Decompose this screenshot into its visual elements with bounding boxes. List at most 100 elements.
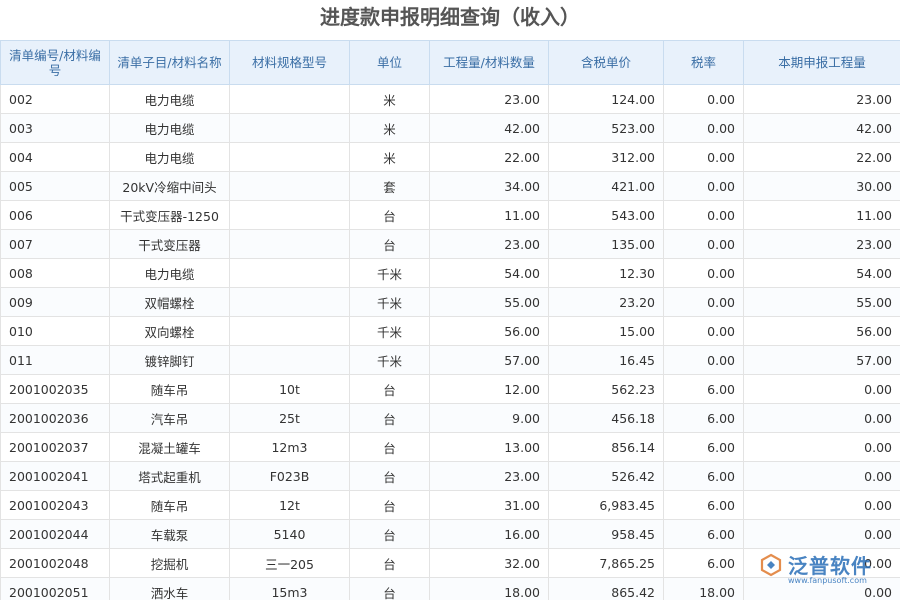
cell-spec — [230, 288, 350, 317]
cell-unit-price: 543.00 — [549, 201, 664, 230]
cell-unit: 千米 — [350, 259, 430, 288]
cell-name: 随车吊 — [110, 491, 230, 520]
cell-code: 2001002044 — [1, 520, 110, 549]
cell-spec: 25t — [230, 404, 350, 433]
cell-unit: 台 — [350, 520, 430, 549]
cell-quantity: 22.00 — [430, 143, 549, 172]
cell-unit-price: 12.30 — [549, 259, 664, 288]
cell-declared-quantity: 56.00 — [744, 317, 900, 346]
cell-name: 电力电缆 — [110, 143, 230, 172]
cell-code: 006 — [1, 201, 110, 230]
cell-name: 电力电缆 — [110, 259, 230, 288]
cell-unit-price: 6,983.45 — [549, 491, 664, 520]
cell-name: 电力电缆 — [110, 85, 230, 114]
table-row[interactable]: 003电力电缆米42.00523.000.0042.00 — [1, 114, 900, 143]
cell-tax-rate: 0.00 — [664, 288, 744, 317]
table-row[interactable]: 2001002051洒水车15m3台18.00865.4218.000.00 — [1, 578, 900, 600]
table-row[interactable]: 006干式变压器-1250台11.00543.000.0011.00 — [1, 201, 900, 230]
cell-spec — [230, 143, 350, 172]
cell-tax-rate: 18.00 — [664, 578, 744, 600]
cell-spec: F023B — [230, 462, 350, 491]
table-row[interactable]: 011镀锌脚钉千米57.0016.450.0057.00 — [1, 346, 900, 375]
cell-name: 双帽螺栓 — [110, 288, 230, 317]
cell-code: 2001002036 — [1, 404, 110, 433]
cell-tax-rate: 6.00 — [664, 491, 744, 520]
cell-unit-price: 312.00 — [549, 143, 664, 172]
table-row[interactable]: 2001002044车载泵5140台16.00958.456.000.00 — [1, 520, 900, 549]
column-header-tax-rate[interactable]: 税率 — [664, 41, 744, 85]
cell-spec: 15m3 — [230, 578, 350, 600]
cell-name: 塔式起重机 — [110, 462, 230, 491]
cell-code: 2001002051 — [1, 578, 110, 600]
table-row[interactable]: 009双帽螺栓千米55.0023.200.0055.00 — [1, 288, 900, 317]
cell-tax-rate: 0.00 — [664, 230, 744, 259]
cell-unit-price: 562.23 — [549, 375, 664, 404]
cell-unit: 千米 — [350, 288, 430, 317]
column-header-unit[interactable]: 单位 — [350, 41, 430, 85]
cell-quantity: 32.00 — [430, 549, 549, 578]
cell-tax-rate: 0.00 — [664, 85, 744, 114]
column-header-name[interactable]: 清单子目/材料名称 — [110, 41, 230, 85]
cell-declared-quantity: 54.00 — [744, 259, 900, 288]
cell-code: 010 — [1, 317, 110, 346]
cell-unit-price: 526.42 — [549, 462, 664, 491]
column-header-declared-quantity[interactable]: 本期申报工程量 — [744, 41, 900, 85]
cell-quantity: 23.00 — [430, 462, 549, 491]
cell-unit: 台 — [350, 201, 430, 230]
column-header-spec[interactable]: 材料规格型号 — [230, 41, 350, 85]
table-row[interactable]: 010双向螺栓千米56.0015.000.0056.00 — [1, 317, 900, 346]
cell-spec: 10t — [230, 375, 350, 404]
cell-unit: 米 — [350, 143, 430, 172]
table-row[interactable]: 004电力电缆米22.00312.000.0022.00 — [1, 143, 900, 172]
cell-quantity: 13.00 — [430, 433, 549, 462]
cell-name: 汽车吊 — [110, 404, 230, 433]
cell-spec — [230, 317, 350, 346]
cell-unit-price: 421.00 — [549, 172, 664, 201]
table-row[interactable]: 2001002035随车吊10t台12.00562.236.000.00 — [1, 375, 900, 404]
cell-unit: 台 — [350, 491, 430, 520]
table-row[interactable]: 007干式变压器台23.00135.000.0023.00 — [1, 230, 900, 259]
table-row[interactable]: 2001002036汽车吊25t台9.00456.186.000.00 — [1, 404, 900, 433]
page-title: 进度款申报明细查询（收入） — [0, 0, 900, 40]
cell-declared-quantity: 0.00 — [744, 578, 900, 600]
cell-quantity: 11.00 — [430, 201, 549, 230]
table-row[interactable]: 2001002048挖掘机三一205台32.007,865.256.000.00 — [1, 549, 900, 578]
cell-name: 电力电缆 — [110, 114, 230, 143]
cell-tax-rate: 6.00 — [664, 375, 744, 404]
cell-declared-quantity: 0.00 — [744, 433, 900, 462]
cell-unit-price: 856.14 — [549, 433, 664, 462]
table-row[interactable]: 00520kV冷缩中间头套34.00421.000.0030.00 — [1, 172, 900, 201]
detail-grid: 清单编号/材料编号 清单子目/材料名称 材料规格型号 单位 工程量/材料数量 含… — [0, 40, 900, 600]
cell-code: 008 — [1, 259, 110, 288]
cell-code: 2001002041 — [1, 462, 110, 491]
cell-quantity: 23.00 — [430, 85, 549, 114]
column-header-quantity[interactable]: 工程量/材料数量 — [430, 41, 549, 85]
cell-tax-rate: 6.00 — [664, 520, 744, 549]
table-row[interactable]: 2001002041塔式起重机F023B台23.00526.426.000.00 — [1, 462, 900, 491]
detail-table: 清单编号/材料编号 清单子目/材料名称 材料规格型号 单位 工程量/材料数量 含… — [0, 40, 900, 600]
column-header-code[interactable]: 清单编号/材料编号 — [1, 41, 110, 85]
cell-code: 004 — [1, 143, 110, 172]
table-row[interactable]: 008电力电缆千米54.0012.300.0054.00 — [1, 259, 900, 288]
table-row[interactable]: 2001002043随车吊12t台31.006,983.456.000.00 — [1, 491, 900, 520]
cell-unit: 台 — [350, 549, 430, 578]
cell-quantity: 9.00 — [430, 404, 549, 433]
table-row[interactable]: 2001002037混凝土罐车12m3台13.00856.146.000.00 — [1, 433, 900, 462]
cell-name: 车载泵 — [110, 520, 230, 549]
cell-declared-quantity: 0.00 — [744, 491, 900, 520]
cell-quantity: 16.00 — [430, 520, 549, 549]
cell-name: 干式变压器-1250 — [110, 201, 230, 230]
cell-name: 镀锌脚钉 — [110, 346, 230, 375]
cell-tax-rate: 6.00 — [664, 404, 744, 433]
cell-unit: 米 — [350, 85, 430, 114]
cell-tax-rate: 6.00 — [664, 433, 744, 462]
column-header-unit-price[interactable]: 含税单价 — [549, 41, 664, 85]
cell-spec — [230, 259, 350, 288]
cell-spec: 12m3 — [230, 433, 350, 462]
cell-unit-price: 865.42 — [549, 578, 664, 600]
cell-declared-quantity: 0.00 — [744, 549, 900, 578]
cell-tax-rate: 0.00 — [664, 143, 744, 172]
cell-quantity: 12.00 — [430, 375, 549, 404]
cell-spec — [230, 85, 350, 114]
table-row[interactable]: 002电力电缆米23.00124.000.0023.00 — [1, 85, 900, 114]
